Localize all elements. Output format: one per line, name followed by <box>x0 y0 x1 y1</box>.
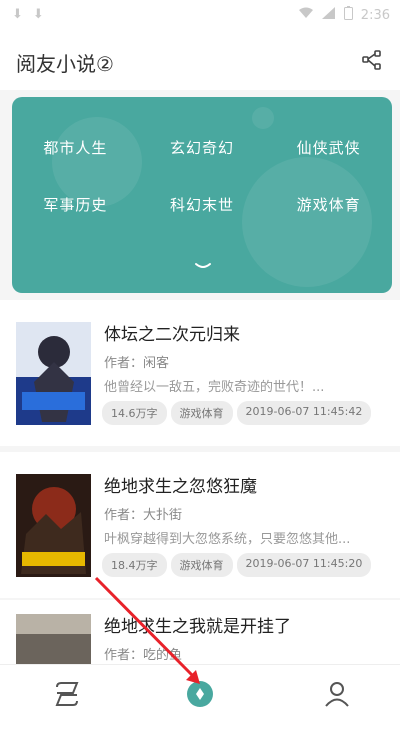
genre-xianxia[interactable]: 仙侠武侠 <box>265 137 392 158</box>
genre-games-sports[interactable]: 游戏体育 <box>265 194 392 215</box>
chevron-down-icon[interactable] <box>194 257 212 276</box>
book-cover <box>16 474 91 577</box>
word-count-badge: 14.6万字 <box>102 401 167 425</box>
bookshelf-icon[interactable] <box>52 679 82 709</box>
clock: 2:36 <box>360 7 390 23</box>
book-author: 作者：大扑街 <box>104 508 183 523</box>
updated-badge: 2019-06-07 11:45:20 <box>236 553 372 577</box>
decorative-bubble <box>252 107 274 129</box>
share-icon[interactable] <box>360 48 384 72</box>
book-author: 作者：闲客 <box>104 356 170 371</box>
book-description: 他曾经以一敌五，完败奇迹的世代！... <box>104 380 325 395</box>
list-item[interactable]: 绝地求生之忽悠狂魔 作者：大扑街 叶枫穿越得到大忽悠系统，只要忽悠其他... 1… <box>0 452 400 598</box>
word-count-badge: 18.4万字 <box>102 553 167 577</box>
book-description: 叶枫穿越得到大忽悠系统，只要忽悠其他... <box>104 532 351 547</box>
download-icon: ⬇ <box>32 7 44 22</box>
book-title: 绝地求生之忽悠狂魔 <box>104 477 257 497</box>
genre-badge: 游戏体育 <box>170 553 233 577</box>
updated-badge: 2019-06-07 11:45:42 <box>236 401 372 425</box>
compass-icon[interactable] <box>185 679 215 709</box>
signal-icon <box>321 7 336 23</box>
genre-badge: 游戏体育 <box>170 401 233 425</box>
book-author: 作者：吃的鱼 <box>104 648 183 663</box>
list-item[interactable]: 体坛之二次元归来 作者：闲客 他曾经以一敌五，完败奇迹的世代！... 14.6万… <box>0 300 400 446</box>
wifi-icon <box>298 7 314 23</box>
genre-military-history[interactable]: 军事历史 <box>12 194 139 215</box>
genre-scifi[interactable]: 科幻末世 <box>139 194 266 215</box>
page-title: 阅友小说② <box>16 52 114 76</box>
app-header: 阅友小说② <box>0 30 400 90</box>
book-title: 体坛之二次元归来 <box>104 325 240 345</box>
battery-icon <box>343 6 353 24</box>
book-title: 绝地求生之我就是开挂了 <box>104 617 291 637</box>
bottom-nav <box>0 664 400 724</box>
genre-urban[interactable]: 都市人生 <box>12 137 139 158</box>
status-bar: ⬇ ⬇ 2:36 <box>0 0 400 30</box>
download-icon: ⬇ <box>12 7 23 22</box>
book-cover <box>16 322 91 425</box>
profile-icon[interactable] <box>322 679 352 709</box>
genre-card: 都市人生 玄幻奇幻 仙侠武侠 军事历史 科幻末世 游戏体育 <box>12 97 392 293</box>
genre-fantasy[interactable]: 玄幻奇幻 <box>139 137 266 158</box>
